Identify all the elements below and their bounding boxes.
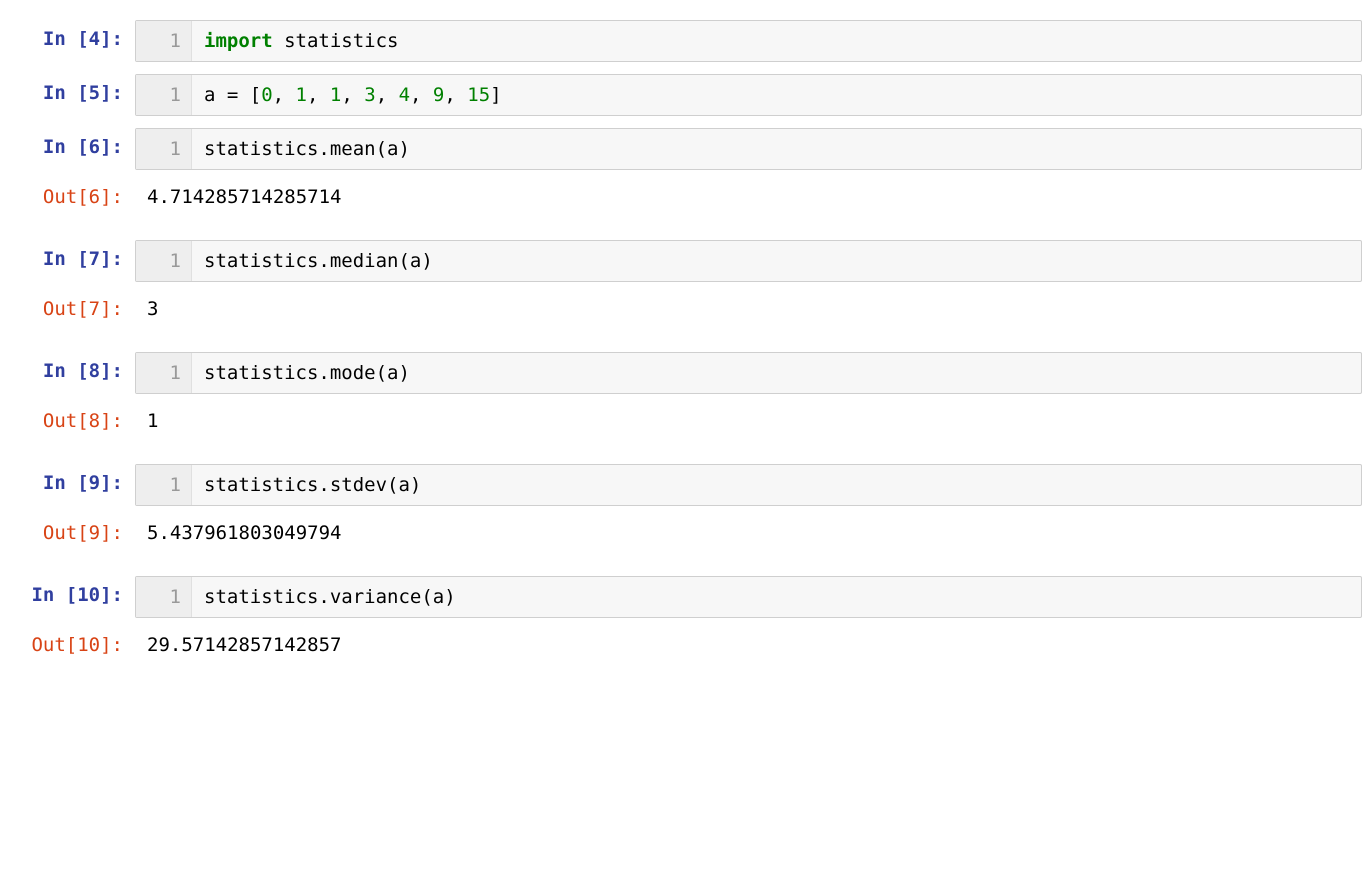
code-input-area[interactable]: 1a = [0, 1, 1, 3, 4, 9, 15] [135, 74, 1362, 116]
code-content[interactable]: a = [0, 1, 1, 3, 4, 9, 15] [192, 75, 1361, 115]
output-prompt: Out[7]: [10, 294, 135, 320]
code-content[interactable]: statistics.variance(a) [192, 577, 1361, 617]
input-prompt: In [7]: [10, 240, 135, 270]
code-input-area[interactable]: 1import statistics [135, 20, 1362, 62]
output-cell: Out[8]:1 [10, 406, 1362, 436]
code-cell[interactable]: In [7]:1statistics.median(a) [10, 240, 1362, 282]
line-number-gutter: 1 [136, 353, 192, 393]
input-prompt: In [8]: [10, 352, 135, 382]
output-cell: Out[7]:3 [10, 294, 1362, 324]
code-input-area[interactable]: 1statistics.mean(a) [135, 128, 1362, 170]
code-content[interactable]: statistics.mode(a) [192, 353, 1361, 393]
input-prompt: In [10]: [10, 576, 135, 606]
line-number-gutter: 1 [136, 465, 192, 505]
output-content: 3 [135, 294, 1362, 324]
line-number-gutter: 1 [136, 241, 192, 281]
line-number-gutter: 1 [136, 577, 192, 617]
line-number-gutter: 1 [136, 21, 192, 61]
line-number-gutter: 1 [136, 129, 192, 169]
output-content: 4.714285714285714 [135, 182, 1362, 212]
code-content[interactable]: import statistics [192, 21, 1361, 61]
output-cell: Out[9]:5.437961803049794 [10, 518, 1362, 548]
code-cell[interactable]: In [10]:1statistics.variance(a) [10, 576, 1362, 618]
line-number-gutter: 1 [136, 75, 192, 115]
code-cell[interactable]: In [4]:1import statistics [10, 20, 1362, 62]
output-cell: Out[6]:4.714285714285714 [10, 182, 1362, 212]
input-prompt: In [4]: [10, 20, 135, 50]
output-content: 1 [135, 406, 1362, 436]
code-input-area[interactable]: 1statistics.mode(a) [135, 352, 1362, 394]
code-cell[interactable]: In [6]:1statistics.mean(a) [10, 128, 1362, 170]
code-content[interactable]: statistics.mean(a) [192, 129, 1361, 169]
output-content: 5.437961803049794 [135, 518, 1362, 548]
output-prompt: Out[6]: [10, 182, 135, 208]
input-prompt: In [5]: [10, 74, 135, 104]
input-prompt: In [9]: [10, 464, 135, 494]
output-content: 29.57142857142857 [135, 630, 1362, 660]
code-content[interactable]: statistics.median(a) [192, 241, 1361, 281]
output-cell: Out[10]:29.57142857142857 [10, 630, 1362, 660]
code-input-area[interactable]: 1statistics.variance(a) [135, 576, 1362, 618]
code-cell[interactable]: In [9]:1statistics.stdev(a) [10, 464, 1362, 506]
code-content[interactable]: statistics.stdev(a) [192, 465, 1361, 505]
code-input-area[interactable]: 1statistics.median(a) [135, 240, 1362, 282]
input-prompt: In [6]: [10, 128, 135, 158]
code-cell[interactable]: In [5]:1a = [0, 1, 1, 3, 4, 9, 15] [10, 74, 1362, 116]
code-cell[interactable]: In [8]:1statistics.mode(a) [10, 352, 1362, 394]
output-prompt: Out[8]: [10, 406, 135, 432]
output-prompt: Out[9]: [10, 518, 135, 544]
output-prompt: Out[10]: [10, 630, 135, 656]
code-input-area[interactable]: 1statistics.stdev(a) [135, 464, 1362, 506]
